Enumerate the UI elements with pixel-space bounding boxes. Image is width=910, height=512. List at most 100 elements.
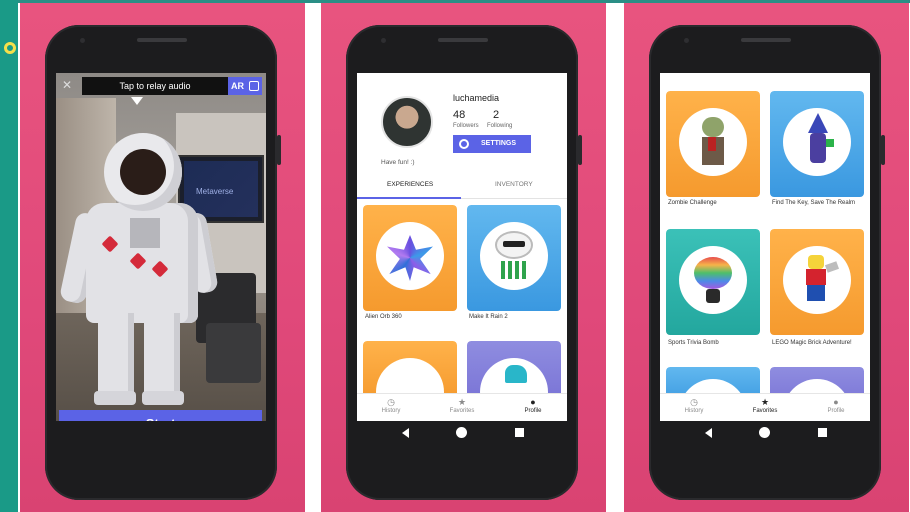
chair [206,323,261,383]
speaker-grille [137,38,187,42]
lego-head [808,255,824,269]
phone-frame: Metaverse ✕ Tap to relay audio AR [45,25,281,500]
relay-audio-bar[interactable]: Tap to relay audio [82,77,228,95]
nav-label: History [381,408,401,414]
lego-legs [807,285,825,301]
nav-label: Profile [827,408,845,414]
tab-inventory[interactable]: INVENTORY [495,181,533,188]
nav-history[interactable]: ◷ History [361,396,421,414]
screenshot-panel-profile: luchamedia 48 Followers 2 Following SETT… [321,3,606,512]
speaker-grille [741,38,791,42]
sunglasses-illustration [503,241,525,247]
card-title: LEGO Magic Brick Adventure! [772,340,852,346]
home-icon[interactable] [456,427,467,438]
screenshot-panel-ar: Metaverse ✕ Tap to relay audio AR [20,3,305,512]
experience-card[interactable]: LEGO Magic Brick Adventure! [770,229,864,361]
nav-label: Favorites [449,408,475,414]
ar-cube-icon [249,81,259,91]
recents-icon[interactable] [515,428,524,437]
tab-indicator [357,197,461,199]
card-thumbnail [666,91,760,197]
experience-card[interactable]: Zombie Challenge [666,91,760,213]
phone-frame: luchamedia 48 Followers 2 Following SETT… [346,25,582,500]
bio: Have fun! :) [381,159,415,166]
wizard-wand [826,139,834,147]
back-icon[interactable] [705,428,712,438]
astronaut-boot [94,391,136,405]
phone-frame: Zombie Challenge Find The Key, Save The … [649,25,885,500]
tooltip-pointer-icon [131,97,143,105]
cash-illustration [501,261,527,279]
card-title: Make It Rain 2 [469,314,508,320]
card-thumbnail [467,205,561,311]
star-icon: ★ [457,397,467,407]
nav-label: History [684,408,704,414]
astronaut-boot [142,391,184,405]
ar-toggle-button[interactable]: AR [228,77,262,95]
experience-card[interactable]: Make It Rain 2 [467,205,561,323]
card-thumbnail [363,341,457,401]
history-icon: ◷ [690,397,698,407]
bottom-navigation: ◷ History ★ Favorites ● Profile [357,393,567,421]
followers-count: 48 [453,109,466,121]
volume-button [277,135,281,165]
profile-screen: luchamedia 48 Followers 2 Following SETT… [357,73,567,421]
history-icon: ◷ [387,397,395,407]
speaker-grille [438,38,488,42]
person-icon: ● [530,397,536,407]
camera-icon [80,38,85,43]
star-icon: ★ [760,397,770,407]
avatar[interactable] [381,96,433,148]
screenshot-panel-favorites: Zombie Challenge Find The Key, Save The … [624,3,909,512]
camera-icon [684,38,689,43]
nav-profile[interactable]: ● Profile [503,396,563,414]
nav-favorites[interactable]: ★ Favorites [735,396,795,414]
start-button[interactable]: Start [59,410,262,421]
followers-label[interactable]: Followers [453,123,479,129]
volume-button [881,135,885,165]
nav-profile[interactable]: ● Profile [806,396,866,414]
dot-icon [4,42,16,54]
following-label[interactable]: Following [487,123,512,129]
settings-label: SETTINGS [481,140,517,147]
following-count: 2 [493,109,500,121]
bomb-base [706,289,720,303]
card-title: Zombie Challenge [668,200,717,206]
card-title: Find The Key, Save The Realm [772,200,856,206]
system-nav-bar [357,421,567,445]
wizard-hat [808,113,828,133]
ar-label: AR [231,81,244,91]
back-icon[interactable] [402,428,409,438]
nav-history[interactable]: ◷ History [664,396,724,414]
gear-icon [459,139,469,149]
nav-favorites[interactable]: ★ Favorites [432,396,492,414]
card-thumbnail [666,229,760,335]
camera-icon [381,38,386,43]
ar-screen[interactable]: Metaverse ✕ Tap to relay audio AR [56,73,266,421]
experience-card[interactable]: Find The Key, Save The Realm [770,91,864,213]
close-icon[interactable]: ✕ [62,79,72,91]
recents-icon[interactable] [818,428,827,437]
experience-card[interactable] [467,341,561,401]
card-title: Alien Orb 360 [365,314,402,320]
experience-card[interactable] [363,341,457,401]
card-thumbnail [363,205,457,311]
favorites-screen: Zombie Challenge Find The Key, Save The … [660,73,870,421]
card-thumbnail [467,341,561,401]
card-title: Sports Trivia Bomb [668,340,719,346]
settings-button[interactable]: SETTINGS [453,135,531,153]
experience-card[interactable]: Sports Trivia Bomb [666,229,760,353]
tab-experiences[interactable]: EXPERIENCES [387,181,433,188]
home-icon[interactable] [759,427,770,438]
card-thumbnail [770,229,864,335]
username: luchamedia [453,93,500,103]
system-nav-bar [660,421,870,445]
experience-card[interactable]: Alien Orb 360 [363,205,457,323]
zombie-tie [708,137,716,151]
dinosaur-illustration [505,365,527,383]
astronaut-visor [120,149,166,195]
lego-torso [806,269,826,285]
card-thumbnail [770,91,864,197]
nav-label: Profile [524,408,542,414]
astronaut-chest-pack [130,218,160,248]
